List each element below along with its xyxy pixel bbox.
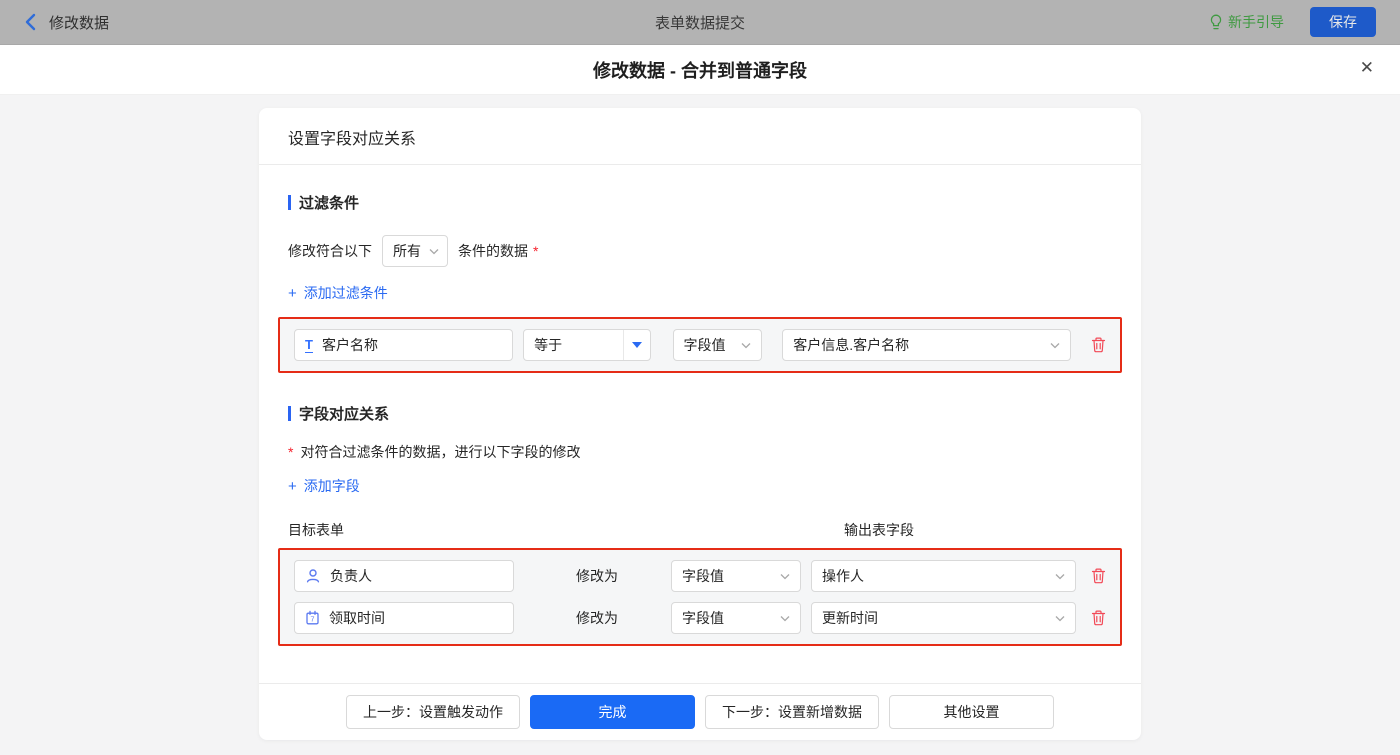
chevron-down-icon <box>429 248 439 254</box>
add-field-label: 添加字段 <box>303 478 360 494</box>
plus-icon: + <box>288 284 297 302</box>
value-type-select[interactable]: 字段值 <box>671 602 801 634</box>
back-button[interactable]: 修改数据 <box>24 12 109 33</box>
mapping-row: 7 领取时间 修改为 字段值 更新时间 <box>294 602 1106 634</box>
filter-highlight-box: T 客户名称 等于 字段值 客户信息.客户名称 <box>278 317 1122 373</box>
value-type-value: 字段值 <box>683 337 726 353</box>
modify-as-label: 修改为 <box>576 610 618 626</box>
lightbulb-icon <box>1209 14 1223 30</box>
done-button[interactable]: 完成 <box>530 695 695 729</box>
text-field-icon: T <box>305 336 313 353</box>
filter-section-title: 过滤条件 <box>288 192 1112 213</box>
settings-card: 设置字段对应关系 过滤条件 修改符合以下 所有 条件的数据 * + 添加过滤条件 <box>259 108 1141 740</box>
trash-icon <box>1091 610 1106 626</box>
top-bar: 修改数据 表单数据提交 新手引导 保存 <box>0 0 1400 45</box>
chevron-down-icon <box>780 573 790 579</box>
value-type-value: 字段值 <box>682 568 724 584</box>
modal-content: 设置字段对应关系 过滤条件 修改符合以下 所有 条件的数据 * + 添加过滤条件 <box>0 95 1400 755</box>
target-form-column-header: 目标表单 <box>288 522 344 538</box>
chevron-down-icon <box>1050 342 1060 348</box>
output-field-select[interactable]: 更新时间 <box>811 602 1076 634</box>
modal-header: 修改数据 - 合并到普通字段 ✕ <box>0 45 1400 95</box>
output-field-value: 操作人 <box>822 568 864 584</box>
chevron-down-icon <box>780 615 790 621</box>
calendar-icon: 7 <box>305 610 320 626</box>
target-field-input[interactable]: 7 领取时间 <box>294 602 514 634</box>
trash-icon <box>1091 337 1106 353</box>
plus-icon: + <box>288 477 297 495</box>
modal-title: 修改数据 - 合并到普通字段 <box>593 60 807 81</box>
scope-select-value: 所有 <box>393 243 421 259</box>
compare-value: 客户信息.客户名称 <box>793 337 910 353</box>
add-filter-condition-link[interactable]: + 添加过滤条件 <box>288 283 388 303</box>
operator-value: 等于 <box>524 330 624 360</box>
condition-suffix: 条件的数据 <box>458 243 528 259</box>
output-field-select[interactable]: 操作人 <box>811 560 1076 592</box>
add-field-link[interactable]: + 添加字段 <box>288 476 360 496</box>
trash-icon <box>1091 568 1106 584</box>
condition-scope-row: 修改符合以下 所有 条件的数据 * <box>288 235 1112 267</box>
caret-down-icon <box>631 342 642 348</box>
calendar-day-glyph: 7 <box>311 615 315 624</box>
mapping-description: 对符合过滤条件的数据，进行以下字段的修改 <box>300 444 581 460</box>
output-field-column-header: 输出表字段 <box>844 522 914 538</box>
prev-step-button[interactable]: 上一步：设置触发动作 <box>346 695 520 729</box>
scope-select[interactable]: 所有 <box>382 235 448 267</box>
close-icon[interactable]: ✕ <box>1360 59 1374 76</box>
value-type-select[interactable]: 字段值 <box>671 560 801 592</box>
value-type-select[interactable]: 字段值 <box>672 329 763 361</box>
chevron-down-icon <box>1055 573 1065 579</box>
card-title: 设置字段对应关系 <box>259 108 1141 165</box>
modify-as-label: 修改为 <box>576 568 618 584</box>
target-field-value: 负责人 <box>330 568 372 584</box>
filter-field-input[interactable]: T 客户名称 <box>294 329 514 361</box>
section-accent-bar <box>288 195 291 210</box>
value-type-value: 字段值 <box>682 610 724 626</box>
target-field-input[interactable]: 负责人 <box>294 560 514 592</box>
output-field-value: 更新时间 <box>822 610 878 626</box>
other-settings-button[interactable]: 其他设置 <box>889 695 1054 729</box>
target-field-value: 领取时间 <box>329 610 385 626</box>
save-button[interactable]: 保存 <box>1310 7 1376 37</box>
operator-select[interactable]: 等于 <box>523 329 651 361</box>
back-chevron-icon <box>24 13 37 31</box>
operator-dropdown-trigger[interactable] <box>624 330 650 360</box>
section-accent-bar <box>288 406 291 421</box>
guide-label: 新手引导 <box>1228 14 1284 30</box>
filter-section-label: 过滤条件 <box>299 195 360 212</box>
chevron-down-icon <box>1055 615 1065 621</box>
compare-value-select[interactable]: 客户信息.客户名称 <box>782 329 1071 361</box>
mapping-row: 负责人 修改为 字段值 操作人 <box>294 560 1106 592</box>
delete-mapping-button[interactable] <box>1091 568 1106 584</box>
chevron-down-icon <box>741 342 751 348</box>
required-asterisk: * <box>533 243 539 259</box>
mapping-column-headers: 目标表单 输出表字段 <box>288 520 1112 538</box>
add-filter-label: 添加过滤条件 <box>303 285 388 301</box>
mapping-section-label: 字段对应关系 <box>299 406 390 423</box>
card-footer: 上一步：设置触发动作 完成 下一步：设置新增数据 其他设置 <box>259 683 1141 740</box>
mapping-description-row: * 对符合过滤条件的数据，进行以下字段的修改 <box>288 442 1112 462</box>
required-asterisk: * <box>288 444 294 460</box>
mapping-highlight-box: 负责人 修改为 字段值 操作人 7 领取时间 修改为 字段值 更新时间 <box>278 548 1122 646</box>
next-step-button[interactable]: 下一步：设置新增数据 <box>705 695 879 729</box>
beginner-guide-button[interactable]: 新手引导 <box>1209 12 1284 32</box>
delete-mapping-button[interactable] <box>1091 610 1106 626</box>
condition-prefix: 修改符合以下 <box>288 243 372 259</box>
page-title: 表单数据提交 <box>654 14 745 32</box>
delete-filter-button[interactable] <box>1091 337 1106 353</box>
back-label: 修改数据 <box>49 14 110 32</box>
filter-field-value: 客户名称 <box>321 337 378 353</box>
filter-row: T 客户名称 等于 字段值 客户信息.客户名称 <box>294 329 1106 361</box>
mapping-section-title: 字段对应关系 <box>288 403 1112 424</box>
user-icon <box>305 568 321 584</box>
